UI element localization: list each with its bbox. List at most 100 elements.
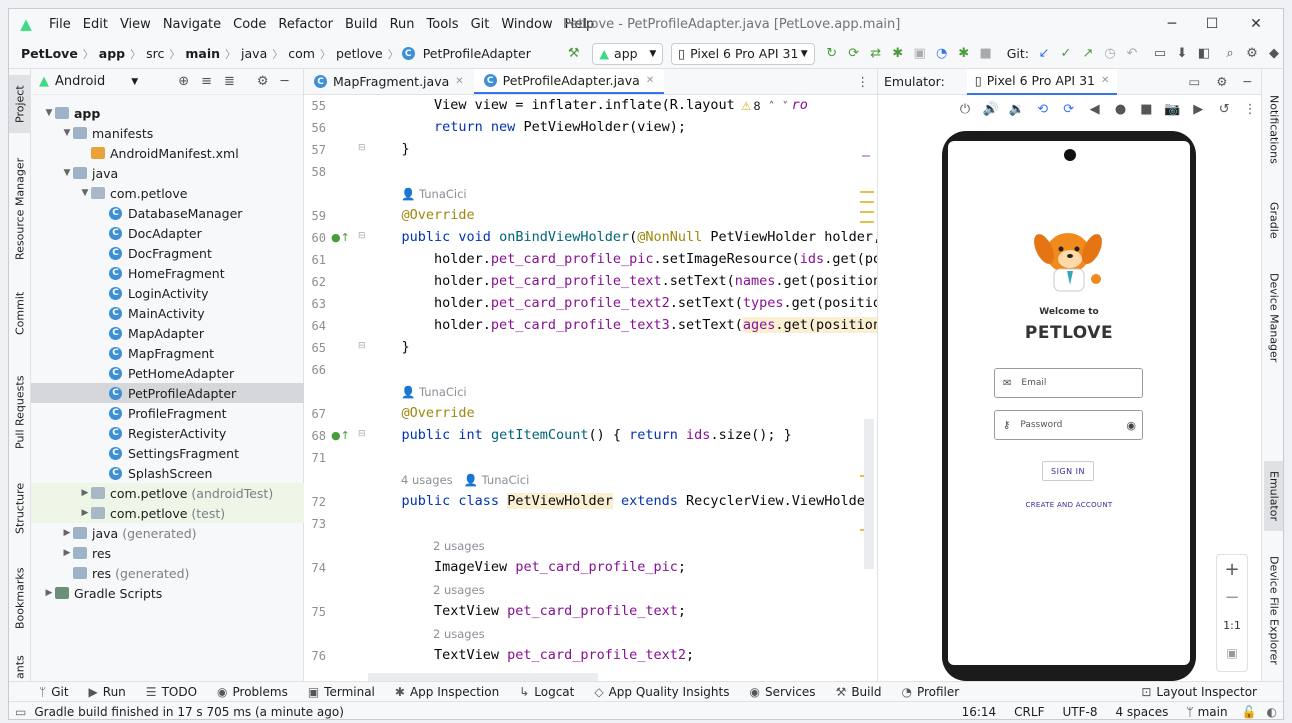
rotate-left-icon[interactable]: ⟲	[1032, 98, 1054, 120]
git-commit-icon[interactable]: ✓	[1055, 43, 1077, 65]
tool-todo[interactable]: ☰ TODO	[146, 685, 197, 699]
inlay-hint[interactable]: 👤 TunaCici	[401, 187, 467, 201]
git-rollback-icon[interactable]: ↶	[1121, 43, 1143, 65]
tree-item[interactable]: C DatabaseManager	[31, 203, 304, 223]
tool-logcat[interactable]: ↳ Logcat	[519, 685, 574, 699]
inlay-hint[interactable]: 2 usages	[433, 627, 485, 641]
close-icon[interactable]: ✕	[455, 76, 463, 87]
chevron-down-icon[interactable]: ▼	[61, 168, 73, 178]
tree-item[interactable]: ▶ com.petlove (test)	[31, 503, 304, 523]
stop-icon[interactable]: ■	[975, 43, 997, 65]
memory-indicator-icon[interactable]: ◐	[1267, 705, 1277, 719]
inspection-widget[interactable]: ⚠ 8 ˄ ˅	[737, 99, 793, 113]
code-line[interactable]: TextView pet_card_profile_text;	[369, 603, 686, 619]
screen-record-icon[interactable]: ▶	[1187, 98, 1209, 120]
debug-app-icon[interactable]: ✱	[953, 43, 975, 65]
menu-run[interactable]: Run	[384, 17, 421, 32]
tab-petprofileadapter[interactable]: C PetProfileAdapter.java ✕	[473, 69, 665, 94]
line-separator[interactable]: CRLF	[1014, 705, 1044, 719]
override-gutter-icon[interactable]: ●↑	[331, 231, 350, 244]
device-manager-icon[interactable]: ▭	[1149, 43, 1171, 65]
chevron-right-icon[interactable]: ▶	[79, 508, 91, 518]
hide-panel-icon[interactable]: ─	[1243, 74, 1251, 89]
close-icon[interactable]: ✕	[646, 75, 654, 86]
expand-all-icon[interactable]: ≡	[201, 74, 212, 89]
tool-build-variants[interactable]: ants	[9, 653, 31, 681]
tree-item[interactable]: ▶ com.petlove (androidTest)	[31, 483, 304, 503]
code-line[interactable]: public class PetViewHolder extends Recyc…	[369, 493, 877, 509]
screenshot-icon[interactable]: 📷	[1161, 98, 1183, 120]
menu-code[interactable]: Code	[227, 17, 272, 32]
tree-item[interactable]: C SettingsFragment	[31, 443, 304, 463]
git-branch[interactable]: main	[1198, 705, 1228, 719]
tool-profiler[interactable]: ◔ Profiler	[901, 685, 959, 699]
tree-item[interactable]: C HomeFragment	[31, 263, 304, 283]
rotate-right-icon[interactable]: ⟳	[1058, 98, 1080, 120]
zoom-actual-size[interactable]: 1:1	[1217, 611, 1247, 639]
lock-icon[interactable]: 🔓	[1242, 705, 1257, 719]
vertical-scrollbar[interactable]	[864, 419, 874, 569]
chevron-down-icon[interactable]: ˅	[782, 99, 788, 113]
project-view-select[interactable]: Android	[55, 74, 105, 89]
breadcrumb-main[interactable]: main	[183, 46, 222, 61]
email-field[interactable]: ✉ Email	[994, 368, 1143, 398]
maximize-button[interactable]: ☐	[1195, 13, 1229, 35]
gear-icon[interactable]: ⚙	[1216, 74, 1227, 89]
snapshot-icon[interactable]: ↺	[1213, 98, 1235, 120]
menu-navigate[interactable]: Navigate	[157, 17, 227, 32]
tree-item[interactable]: ▼ app	[31, 103, 304, 123]
chevron-down-icon[interactable]: ▼	[79, 188, 91, 198]
tool-app-quality-insights[interactable]: ◇ App Quality Insights	[594, 685, 729, 699]
menu-file[interactable]: File	[43, 17, 77, 32]
tree-item[interactable]: C MapFragment	[31, 343, 304, 363]
tree-item[interactable]: C DocFragment	[31, 243, 304, 263]
menu-refactor[interactable]: Refactor	[272, 17, 339, 32]
tool-services[interactable]: ◉ Services	[749, 685, 815, 699]
tool-bookmarks[interactable]: Bookmarks	[9, 563, 31, 633]
code-line[interactable]: public int getItemCount() { return ids.s…	[369, 427, 792, 443]
volume-up-icon[interactable]: 🔊	[980, 98, 1002, 120]
tree-item[interactable]: ▼ manifests	[31, 123, 304, 143]
code-line[interactable]: @Override	[369, 405, 475, 421]
tree-item[interactable]: ▶ res	[31, 543, 304, 563]
tree-item[interactable]: C PetProfileAdapter	[31, 383, 304, 403]
menu-edit[interactable]: Edit	[77, 17, 114, 32]
tool-resource-manager[interactable]: Resource Manager	[9, 153, 31, 265]
close-icon[interactable]: ✕	[1101, 75, 1109, 86]
breadcrumb-file[interactable]: PetProfileAdapter	[421, 46, 533, 61]
override-gutter-icon[interactable]: ●↑	[331, 429, 350, 442]
code-area[interactable]: 55 View view = inflater.inflate(R.layout…	[304, 95, 877, 681]
tree-item[interactable]: C DocAdapter	[31, 223, 304, 243]
debug-icon[interactable]: ✱	[887, 43, 909, 65]
git-push-icon[interactable]: ↗	[1077, 43, 1099, 65]
hide-panel-icon[interactable]: ─	[281, 74, 289, 89]
tab-options-icon[interactable]: ⋮	[857, 69, 878, 94]
search-icon[interactable]: ⌕	[1219, 43, 1241, 65]
tool-layout-inspector[interactable]: ⊡ Layout Inspector	[1141, 685, 1257, 699]
code-line[interactable]: ImageView pet_card_profile_pic;	[369, 559, 686, 575]
inlay-hint[interactable]: 👤 TunaCici	[401, 385, 467, 399]
code-line[interactable]: holder.pet_card_profile_text2.setText(ty…	[369, 295, 877, 311]
tab-mapfragment[interactable]: C MapFragment.java ✕	[304, 69, 474, 94]
tool-device-file-explorer[interactable]: Device File Explorer	[1264, 549, 1283, 671]
back-icon[interactable]: ◀	[1084, 98, 1106, 120]
code-line[interactable]: @Override	[369, 207, 475, 223]
tree-item[interactable]: C SplashScreen	[31, 463, 304, 483]
tool-structure[interactable]: Structure	[9, 473, 31, 543]
inlay-hint[interactable]: 2 usages	[433, 583, 485, 597]
git-history-icon[interactable]: ◷	[1099, 43, 1121, 65]
breadcrumb-petlove[interactable]: petlove	[334, 46, 385, 61]
tool-run[interactable]: ▶ Run	[89, 685, 126, 699]
tool-notifications[interactable]: Notifications	[1264, 81, 1283, 177]
fold-icon[interactable]: ⊟	[358, 429, 366, 439]
horizontal-scrollbar[interactable]	[368, 673, 598, 681]
zoom-in-icon[interactable]: +	[1217, 555, 1247, 583]
code-line[interactable]: holder.pet_card_profile_pic.setImageReso…	[369, 251, 877, 267]
inlay-hint[interactable]: 4 usages 👤 TunaCici	[401, 473, 529, 487]
chevron-down-icon[interactable]: ▼	[43, 108, 55, 118]
chevron-right-icon[interactable]: ▶	[79, 488, 91, 498]
tool-gradle[interactable]: Gradle	[1264, 193, 1283, 247]
settings-gear-icon[interactable]: ⚙	[1241, 43, 1263, 65]
tree-item[interactable]: C ProfileFragment	[31, 403, 304, 423]
restore-layout-icon[interactable]: ▭	[1188, 74, 1200, 89]
